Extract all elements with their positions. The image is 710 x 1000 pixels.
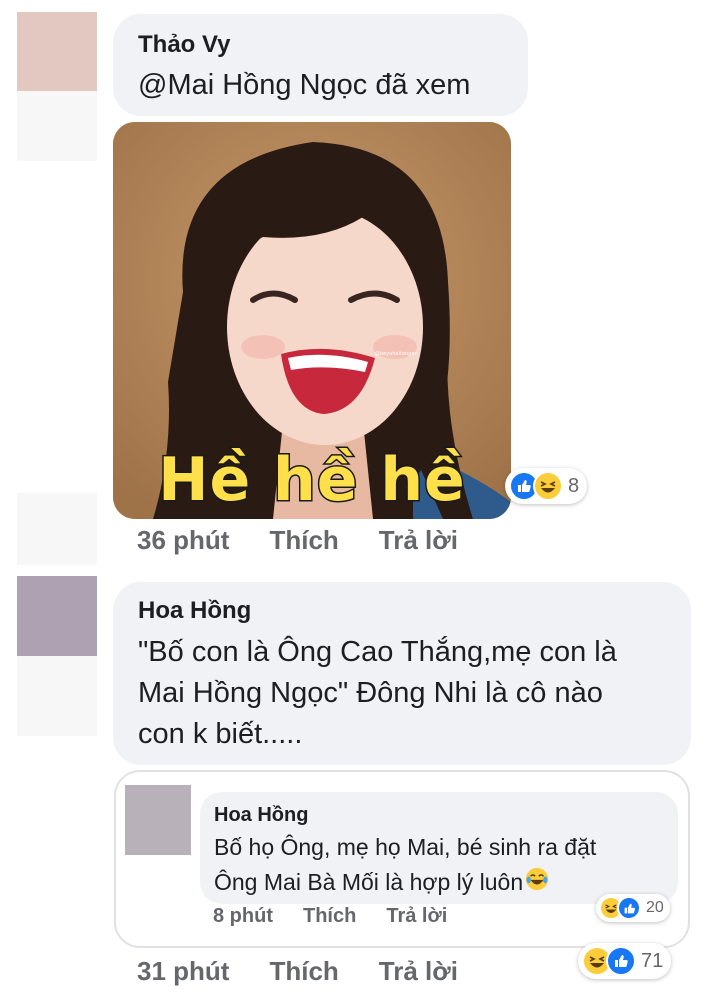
reply-text-line-wrap: Ông Mai Bà Mối là hợp lý luôn	[214, 867, 549, 897]
comment-text-line: con k biết.....	[138, 718, 303, 750]
reply-text-line: Bố họ Ông, mẹ họ Mai, bé sinh ra đặt	[214, 834, 597, 860]
reply-author[interactable]: Hoa Hồng	[214, 804, 308, 827]
like-link[interactable]: Thích	[303, 905, 356, 928]
reaction-count: 71	[641, 949, 664, 972]
like-link[interactable]: Thích	[269, 956, 338, 987]
comment-meta: 36 phút Thích Trả lời	[137, 525, 458, 556]
comment-author[interactable]: Hoa Hồng	[138, 597, 251, 625]
avatar-shadow	[17, 656, 97, 736]
reaction-summary[interactable]: 20	[596, 894, 670, 922]
avatar[interactable]	[125, 785, 191, 855]
comment-bubble: Thảo Vy @Mai Hồng Ngọc đã xem	[113, 14, 528, 116]
reaction-count: 8	[568, 474, 580, 497]
like-link[interactable]: Thích	[269, 525, 338, 556]
reply-text-line: Ông Mai Bà Mối là hợp lý luôn	[214, 868, 524, 895]
comment-meta: 31 phút Thích Trả lời	[137, 956, 458, 987]
image-watermark: @beyuhaitangen	[375, 351, 418, 357]
reply-link[interactable]: Trả lời	[379, 525, 458, 556]
comment-text: @Mai Hồng Ngọc đã xem	[138, 69, 471, 101]
comment-bubble: Hoa Hồng "Bố con là Ông Cao Thắng,mẹ con…	[113, 582, 691, 765]
reaction-count: 20	[646, 899, 664, 916]
timestamp[interactable]: 36 phút	[137, 525, 229, 556]
avatar[interactable]	[17, 576, 97, 656]
timestamp[interactable]: 31 phút	[137, 956, 229, 987]
avatar-shadow	[17, 493, 97, 565]
haha-icon	[533, 471, 563, 501]
avatar-shadow	[17, 91, 97, 161]
reply-link[interactable]: Trả lời	[379, 956, 458, 987]
image-caption: Hề hề hề	[157, 444, 467, 517]
like-icon	[617, 896, 641, 920]
reply-meta: 8 phút Thích Trả lời	[213, 905, 447, 928]
timestamp[interactable]: 8 phút	[213, 905, 273, 928]
comment-author[interactable]: Thảo Vy	[138, 31, 230, 59]
meme-image[interactable]: @beyuhaitangen Hề hề hề	[113, 122, 511, 519]
comment-text-line: "Bố con là Ông Cao Thắng,mẹ con là	[138, 636, 617, 668]
comment-text-line: Mai Hồng Ngọc" Đông Nhi là cô nào	[138, 677, 603, 709]
like-icon	[606, 946, 636, 976]
tears-of-joy-icon	[525, 867, 549, 897]
reaction-summary[interactable]: 71	[578, 943, 672, 979]
reaction-summary[interactable]: 8	[505, 468, 588, 504]
reply-bubble: Hoa Hồng Bố họ Ông, mẹ họ Mai, bé sinh r…	[200, 792, 678, 904]
reply-card: Hoa Hồng Bố họ Ông, mẹ họ Mai, bé sinh r…	[114, 770, 690, 948]
avatar[interactable]	[17, 12, 97, 91]
reply-link[interactable]: Trả lời	[386, 905, 447, 928]
